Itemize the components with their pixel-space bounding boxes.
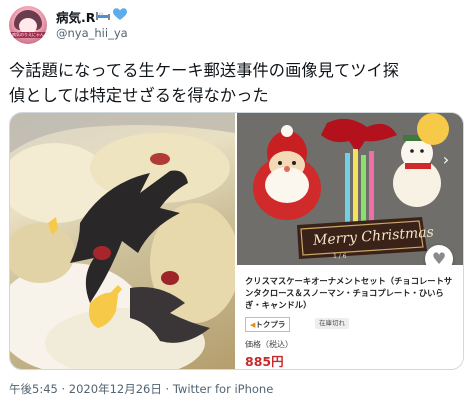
tweet-metadata: 午後5:45 · 2020年12月26日 · Twitter for iPhon… (9, 381, 273, 397)
image-counter: 1 / 6 (333, 253, 347, 260)
product-card[interactable]: Merry Christmas › 1 / 6 ♥ クリスマスケーキオーナメント… (237, 113, 463, 369)
stock-status-badge: 在庫切れ (315, 318, 349, 329)
display-name[interactable]: 病気.R (56, 7, 95, 26)
favorite-heart-button[interactable]: ♥ (425, 245, 453, 265)
bed-emoji-icon (96, 11, 110, 20)
blue-heart-icon (113, 8, 127, 20)
product-title[interactable]: クリスマスケーキオーナメントセット（チョコレートサンタクロース＆スノーマン・チョ… (245, 275, 457, 311)
product-image[interactable]: Merry Christmas › 1 / 6 ♥ (237, 113, 463, 265)
tweet-text: 今話題になってる生ケーキ郵送事件の画像見てツイ探 偵としては特定せざるを得なかっ… (9, 58, 464, 108)
price-label: 価格（税込） (245, 340, 293, 349)
seller-name: トクプラ (255, 320, 286, 329)
price-value: 885円 (245, 354, 284, 369)
squashed-cake-photo[interactable] (10, 113, 235, 369)
user-handle[interactable]: @nya_hii_ya (56, 26, 128, 40)
meta-separator: · (61, 382, 66, 396)
chevron-right-icon[interactable]: › (437, 151, 455, 169)
tweet-time[interactable]: 午後5:45 (9, 382, 58, 396)
cake-illustration (10, 113, 235, 369)
meta-separator-2: · (165, 382, 170, 396)
avatar-label: 病気のりえにゃん (9, 32, 47, 38)
tweet-date[interactable]: 2020年12月26日 (69, 382, 162, 396)
tweet-text-line-2: 偵としては特定せざるを得なかった (9, 86, 269, 105)
name-badges (96, 8, 127, 21)
seller-badge[interactable]: ◀トクプラ (245, 317, 291, 332)
tweet-source[interactable]: Twitter for iPhone (173, 382, 274, 396)
tweet-media[interactable]: Merry Christmas › 1 / 6 ♥ クリスマスケーキオーナメント… (9, 112, 464, 370)
tweet-text-line-1: 今話題になってる生ケーキ郵送事件の画像見てツイ探 (9, 61, 400, 80)
avatar[interactable]: 病気のりえにゃん (9, 6, 47, 44)
